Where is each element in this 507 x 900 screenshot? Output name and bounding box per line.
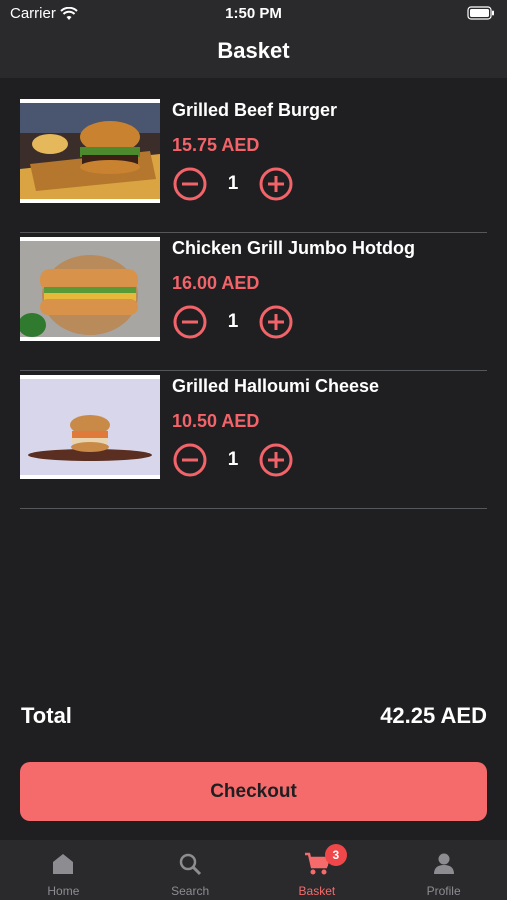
profile-icon — [433, 853, 454, 874]
quantity-stepper: 1 — [172, 166, 294, 202]
status-bar: Carrier 1:50 PM — [0, 0, 507, 28]
basket-list: Grilled Beef Burger 15.75 AED 1 Chicken … — [20, 96, 487, 510]
tab-basket[interactable]: 3 Basket — [254, 840, 381, 900]
item-price: 16.00 AED — [172, 273, 260, 293]
decrease-button[interactable] — [172, 166, 208, 202]
search-icon — [179, 853, 202, 876]
product-image — [20, 99, 160, 203]
item-name: Chicken Grill Jumbo Hotdog — [172, 238, 416, 258]
checkout-button[interactable]: Checkout — [20, 762, 487, 821]
tab-label: Profile — [426, 884, 461, 898]
basket-item: Grilled Beef Burger 15.75 AED 1 — [20, 96, 487, 233]
item-name: Grilled Halloumi Cheese — [172, 376, 380, 396]
increase-button[interactable] — [258, 304, 294, 340]
header: Basket — [0, 28, 507, 78]
tab-label: Basket — [298, 884, 336, 898]
product-image — [20, 375, 160, 479]
basket-item: Chicken Grill Jumbo Hotdog 16.00 AED 1 — [20, 234, 487, 371]
total-label: Total — [21, 703, 72, 728]
quantity-value: 1 — [227, 449, 239, 470]
basket-item: Grilled Halloumi Cheese 10.50 AED 1 — [20, 372, 487, 509]
cart-badge: 3 — [324, 844, 347, 866]
decrease-button[interactable] — [172, 304, 208, 340]
quantity-stepper: 1 — [172, 442, 294, 478]
increase-button[interactable] — [258, 442, 294, 478]
quantity-value: 1 — [227, 173, 239, 194]
status-time: 1:50 PM — [225, 5, 282, 22]
tab-home[interactable]: Home — [0, 840, 127, 900]
battery-icon — [467, 6, 495, 24]
page-title: Basket — [217, 38, 290, 63]
tab-label: Home — [47, 884, 80, 898]
total-value: 42.25 AED — [380, 703, 487, 728]
item-price: 15.75 AED — [172, 135, 260, 155]
tab-label: Search — [171, 884, 210, 898]
increase-button[interactable] — [258, 166, 294, 202]
item-name: Grilled Beef Burger — [172, 100, 338, 120]
quantity-value: 1 — [227, 311, 239, 332]
total-row: Total 42.25 AED — [21, 703, 487, 735]
tab-bar: Home Search 3 Basket Profile — [0, 840, 507, 900]
item-price: 10.50 AED — [172, 411, 260, 431]
product-image — [20, 237, 160, 341]
decrease-button[interactable] — [172, 442, 208, 478]
home-icon — [53, 854, 74, 874]
tab-profile[interactable]: Profile — [380, 840, 507, 900]
quantity-stepper: 1 — [172, 304, 294, 340]
tab-search[interactable]: Search — [127, 840, 254, 900]
